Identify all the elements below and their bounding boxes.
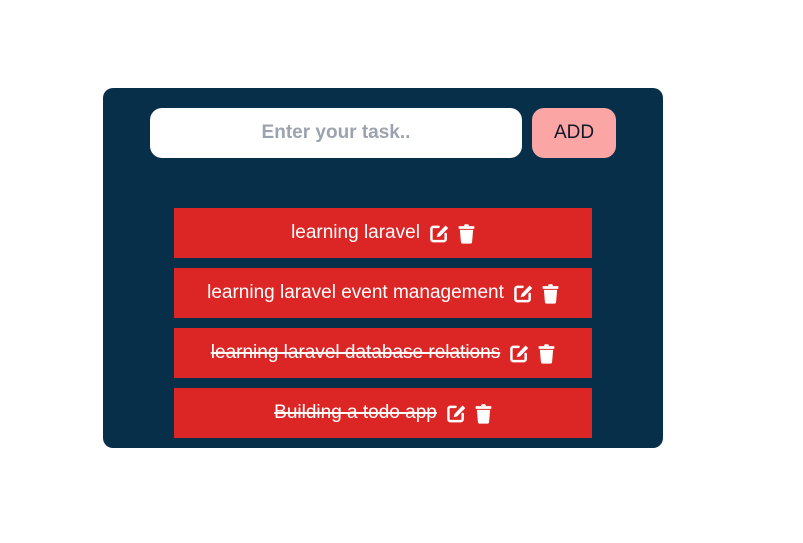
trash-icon[interactable] <box>538 343 555 364</box>
todo-text[interactable]: learning laravel <box>291 222 420 244</box>
todo-item: learning laravel event management <box>174 268 592 318</box>
edit-icon[interactable] <box>429 224 450 243</box>
add-button[interactable]: ADD <box>532 108 616 158</box>
trash-icon[interactable] <box>542 283 559 304</box>
todo-item: learning laravel database relations <box>174 328 592 378</box>
edit-icon[interactable] <box>446 404 467 423</box>
trash-icon[interactable] <box>458 223 475 244</box>
todo-item: learning laravel <box>174 208 592 258</box>
edit-icon[interactable] <box>513 284 534 303</box>
todo-text[interactable]: Building a todo app <box>274 402 437 424</box>
todo-list: learning laravel learning laravel event … <box>174 208 592 448</box>
todo-item: Building a todo app <box>174 388 592 438</box>
edit-icon[interactable] <box>509 344 530 363</box>
todo-card: ADD learning laravel learning laravel ev… <box>103 88 663 448</box>
task-input[interactable] <box>150 108 522 158</box>
todo-text[interactable]: learning laravel event management <box>207 282 504 304</box>
todo-text[interactable]: learning laravel database relations <box>211 342 500 364</box>
trash-icon[interactable] <box>475 403 492 424</box>
